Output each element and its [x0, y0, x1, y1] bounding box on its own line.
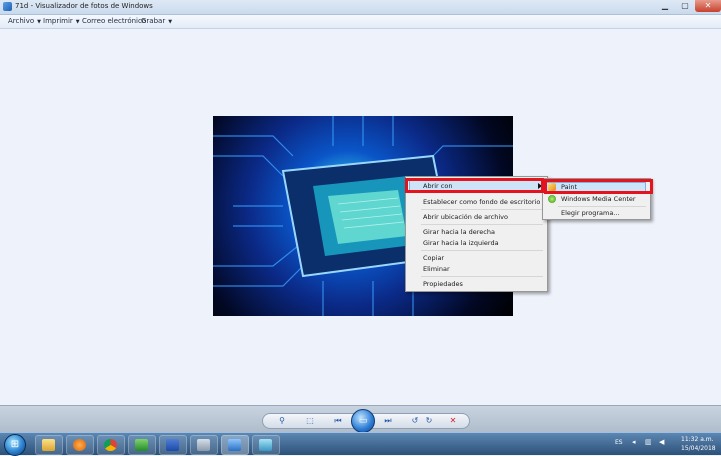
menu-separator: [421, 276, 543, 277]
abrir-con-annotation-box: [405, 178, 544, 193]
menu-item-girar-derecha[interactable]: Girar hacia la derecha: [423, 228, 495, 236]
app-icon: [259, 439, 272, 451]
rotate-right-icon[interactable]: ↻: [423, 415, 435, 427]
next-icon[interactable]: ⏭: [381, 415, 395, 427]
menu-separator: [558, 206, 646, 207]
menu-correo[interactable]: Correo electrónico: [82, 17, 146, 25]
chrome-icon: [104, 439, 117, 451]
minimize-button[interactable]: ▁: [655, 0, 675, 12]
menu-item-copiar[interactable]: Copiar: [423, 254, 444, 262]
photo-viewer-taskbar-button[interactable]: [221, 435, 249, 455]
paint-annotation-box: [544, 179, 653, 194]
menu-item-fondo[interactable]: Establecer como fondo de escritorio: [423, 198, 540, 206]
menu-imprimir[interactable]: Imprimir ▼: [43, 17, 80, 25]
clock-date[interactable]: 15/04/2018: [681, 445, 716, 452]
rotate-left-icon[interactable]: ↺: [409, 415, 421, 427]
maximize-button[interactable]: ▢: [675, 0, 695, 12]
media-player-icon: [73, 439, 86, 451]
photo-viewer-icon: [228, 439, 241, 451]
tools-icon: [197, 439, 210, 451]
media-player-taskbar-button[interactable]: [66, 435, 94, 455]
menu-separator: [421, 250, 543, 251]
tray-arrow-icon[interactable]: ◂: [632, 438, 636, 446]
start-button[interactable]: ⊞: [4, 434, 26, 456]
delete-icon[interactable]: ✕: [447, 415, 459, 427]
volume-icon[interactable]: ◀: [659, 438, 664, 446]
photo-viewer-app-icon: [3, 2, 12, 11]
menu-grabar[interactable]: Grabar ▼: [141, 17, 172, 25]
title-bar: 71d - Visualizador de fotos de Windows ▁…: [0, 0, 721, 15]
word-icon: [166, 439, 179, 451]
chrome-taskbar-button[interactable]: [97, 435, 125, 455]
chevron-down-icon: ▼: [168, 19, 173, 25]
window-title: 71d - Visualizador de fotos de Windows: [15, 2, 153, 10]
context-menu: Abrir con Establecer como fondo de escri…: [405, 176, 548, 292]
tools-taskbar-button[interactable]: [190, 435, 218, 455]
menu-item-ubicacion[interactable]: Abrir ubicación de archivo: [423, 213, 508, 221]
menu-item-eliminar[interactable]: Eliminar: [423, 265, 450, 273]
menu-item-girar-izquierda[interactable]: Girar hacia la izquierda: [423, 239, 499, 247]
submenu-item-media-center[interactable]: Windows Media Center: [561, 195, 636, 203]
menu-item-propiedades[interactable]: Propiedades: [423, 280, 463, 288]
menu-separator: [421, 209, 543, 210]
zoom-icon[interactable]: ⚲: [275, 415, 289, 427]
submenu-item-elegir[interactable]: Elegir programa...: [561, 209, 620, 217]
folder-icon: [42, 439, 55, 451]
green-app-taskbar-button[interactable]: [128, 435, 156, 455]
chevron-down-icon: ▼: [37, 19, 42, 25]
app-icon: [135, 439, 148, 451]
slideshow-button[interactable]: ▭: [351, 409, 375, 433]
language-indicator[interactable]: ES: [615, 439, 623, 446]
menu-bar: Archivo ▼ Imprimir ▼ Correo electrónico Gr…: [0, 15, 721, 29]
media-center-icon: [548, 195, 556, 203]
close-button[interactable]: ✕: [695, 0, 721, 12]
word-taskbar-button[interactable]: [159, 435, 187, 455]
clock-time[interactable]: 11:32 a.m.: [681, 436, 714, 443]
menu-archivo[interactable]: Archivo ▼: [8, 17, 41, 25]
taskbar: ⊞ ES ◂ ▥ ◀ 11:32 a.m. 15/04/2018: [0, 432, 721, 456]
menu-separator: [421, 224, 543, 225]
app-taskbar-button[interactable]: [252, 435, 280, 455]
actual-size-icon[interactable]: ⬚: [303, 415, 317, 427]
window-controls: ▁ ▢ ✕: [655, 0, 721, 13]
network-icon[interactable]: ▥: [645, 438, 652, 446]
chevron-down-icon: ▼: [75, 19, 80, 25]
previous-icon[interactable]: ⏮: [331, 415, 345, 427]
explorer-taskbar-button[interactable]: [35, 435, 63, 455]
